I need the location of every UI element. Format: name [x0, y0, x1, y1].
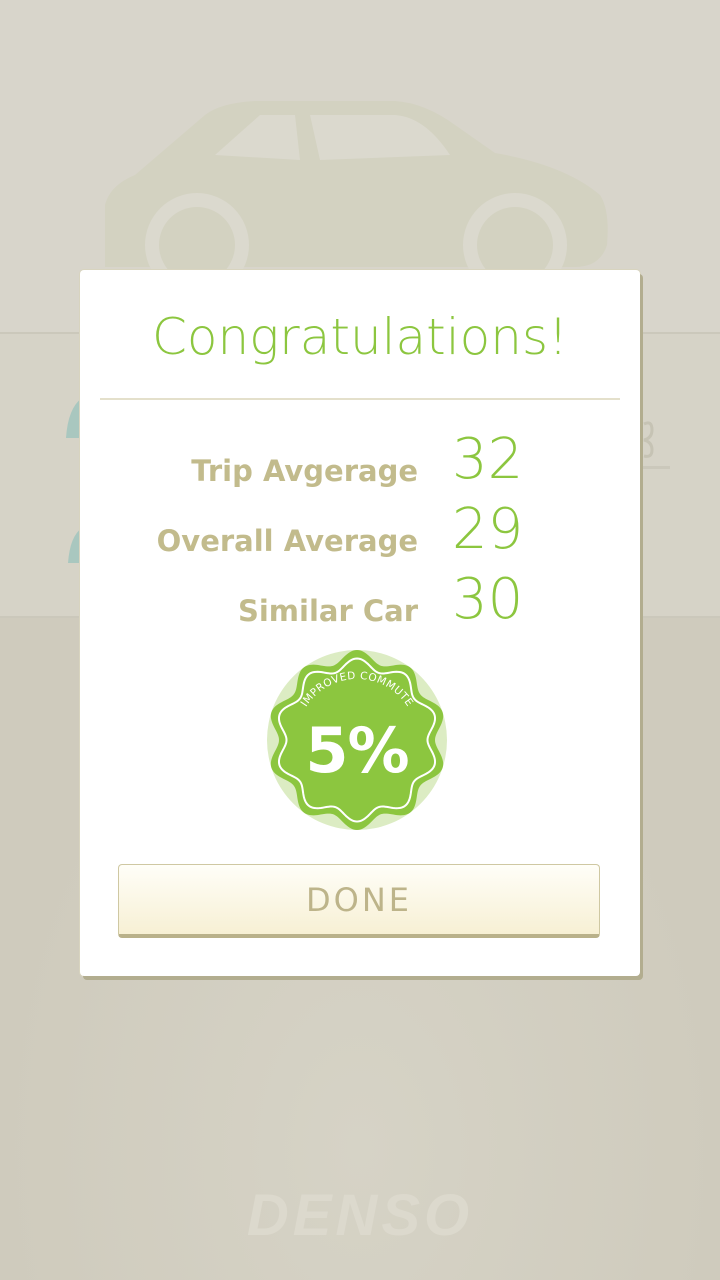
dialog-title: Congratulations! [151, 308, 569, 366]
car-icon [105, 101, 608, 295]
stat-label: Overall Average [156, 524, 418, 558]
stat-value: 32 [452, 427, 524, 492]
stat-value: 30 [452, 567, 524, 632]
done-button[interactable]: DONE [118, 864, 600, 938]
stat-row-similar-car: Similar Car 30 [80, 562, 640, 632]
congratulations-dialog: Congratulations! Trip Avgerage 32 Overal… [80, 270, 640, 976]
stat-label: Similar Car [237, 594, 418, 628]
badge-percent: 5% [305, 714, 409, 787]
denso-logo: DENSO [246, 1183, 474, 1248]
background-side-mark [638, 421, 670, 469]
stat-row-trip-average: Trip Avgerage 32 [80, 422, 640, 492]
stat-label: Trip Avgerage [191, 454, 418, 488]
stat-value: 29 [452, 497, 524, 562]
title-divider [100, 398, 620, 400]
stat-row-overall-average: Overall Average 29 [80, 492, 640, 562]
